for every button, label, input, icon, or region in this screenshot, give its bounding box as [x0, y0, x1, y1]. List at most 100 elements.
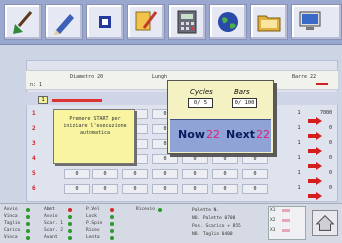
- table-cell[interactable]: 1: [294, 169, 304, 179]
- cycles-label: Cycles: [190, 88, 213, 96]
- bars-label: Bars: [234, 88, 250, 96]
- status-led-icon: [68, 229, 72, 233]
- cycles-field[interactable]: 0/ 5: [188, 98, 213, 108]
- message-text: Premere START per iniziare l'esecuzione …: [63, 116, 127, 136]
- status-led-icon: [68, 215, 72, 219]
- status-label: Vinca: [4, 214, 18, 219]
- computer-icon: [299, 11, 321, 30]
- computer-button[interactable]: [291, 4, 342, 40]
- table-cell[interactable]: 0: [92, 184, 118, 194]
- status-led-icon: [110, 208, 114, 212]
- status-label: Lenta: [86, 235, 100, 240]
- status-label: Scar. 1: [44, 221, 63, 226]
- table-cell[interactable]: 1: [294, 139, 304, 149]
- table-cell[interactable]: 0: [152, 154, 178, 164]
- folder-icon: [257, 15, 281, 32]
- row-index: 5: [32, 170, 36, 177]
- status-led-icon: [110, 236, 114, 240]
- table-cell[interactable]: 0: [122, 184, 148, 194]
- table-cell[interactable]: 0: [182, 169, 208, 179]
- calculator-icon: [177, 10, 197, 34]
- now-value: 22: [206, 128, 220, 141]
- status-label: Vinca: [4, 235, 18, 240]
- status-label: Scar. 2: [44, 228, 63, 233]
- table-cell[interactable]: 0: [242, 154, 268, 164]
- table-cell[interactable]: 1: [294, 184, 304, 194]
- row-index: 6: [32, 185, 36, 192]
- arrow-right-icon[interactable]: [308, 170, 322, 185]
- table-row: 5000000010: [26, 167, 338, 185]
- table-cell[interactable]: 1: [294, 109, 304, 119]
- status-led-icon: [26, 229, 30, 233]
- pencil-icon: [54, 14, 74, 35]
- axis-marker: [282, 219, 290, 222]
- table-cell[interactable]: 1: [294, 154, 304, 164]
- note-edit-button[interactable]: [127, 4, 165, 40]
- table-cell[interactable]: 0: [212, 184, 238, 194]
- status-label: Ricev: [86, 228, 100, 233]
- status-led-icon: [26, 215, 30, 219]
- table-cell[interactable]: 0: [152, 184, 178, 194]
- table-cell[interactable]: 0: [122, 169, 148, 179]
- status-label: Avant: [44, 235, 58, 240]
- home-button[interactable]: [312, 210, 338, 236]
- globe-button[interactable]: [209, 4, 247, 40]
- table-cell[interactable]: 0: [242, 184, 268, 194]
- table-cell[interactable]: 0: [182, 154, 208, 164]
- status-label: Abmt: [44, 207, 55, 212]
- red-stripe: [52, 99, 102, 102]
- bars-field[interactable]: 0/ 100: [232, 98, 257, 108]
- square-tool-button[interactable]: [86, 4, 124, 40]
- calculator-button[interactable]: [168, 4, 206, 40]
- row-end-value: 0: [328, 185, 332, 191]
- status-led-icon: [26, 208, 30, 212]
- slot-box[interactable]: 1: [38, 96, 48, 104]
- status-label: Avvio: [44, 214, 58, 219]
- table-cell[interactable]: 0: [182, 184, 208, 194]
- broom-tool-button[interactable]: [4, 4, 42, 40]
- pencil-tool-button[interactable]: [45, 4, 83, 40]
- house-icon: [315, 214, 335, 231]
- row-end-value: 7000: [319, 110, 332, 116]
- row-index: 4: [32, 155, 36, 162]
- status-led-icon: [68, 208, 72, 212]
- diameter-label: Diametro 20: [70, 74, 104, 80]
- row-index: 3: [32, 140, 36, 147]
- status-led-icon: [26, 236, 30, 240]
- next-value: 22: [256, 128, 270, 141]
- arrow-right-icon[interactable]: [308, 155, 322, 170]
- arrow-right-icon[interactable]: [308, 125, 322, 140]
- status-label: Carico: [4, 228, 21, 233]
- bars-label: Barre 22: [292, 74, 317, 80]
- palette-info-line: NO. Palette 0700: [192, 216, 236, 221]
- table-cell[interactable]: 1: [294, 124, 304, 134]
- table-cell[interactable]: 0: [152, 169, 178, 179]
- row-end-value: 0: [328, 125, 332, 131]
- next-label: Next: [226, 128, 256, 141]
- palette-info-line: Palette N.: [192, 208, 220, 213]
- table-cell[interactable]: 0: [92, 169, 118, 179]
- axis-marker: [282, 229, 290, 232]
- status-led-icon: [68, 222, 72, 226]
- status-label: Avvio: [4, 207, 18, 212]
- table-cell[interactable]: 0: [242, 169, 268, 179]
- table-cell[interactable]: 0: [64, 184, 90, 194]
- arrow-right-icon[interactable]: [308, 140, 322, 155]
- folder-button[interactable]: [250, 4, 288, 40]
- status-led-icon: [26, 222, 30, 226]
- app-screen: n: 1 Diametro 20 Lungh Barre 22 1 100000…: [0, 0, 342, 243]
- status-area: Avvio Vinca Taglio Carico Vinca Abmt Avvio Scar…: [0, 203, 342, 243]
- table-cell[interactable]: 0: [64, 169, 90, 179]
- table-cell[interactable]: 0: [212, 154, 238, 164]
- row-index: 1: [32, 110, 36, 117]
- table-cell[interactable]: 0: [212, 169, 238, 179]
- palette-info-line: Pos. Scarico + 855: [192, 224, 241, 229]
- popup-status-panel: Now 22 Next 22: [170, 119, 271, 152]
- status-label: Lock: [86, 214, 97, 219]
- row-index: 2: [32, 125, 36, 132]
- globe-icon: [218, 12, 238, 32]
- arrow-right-icon[interactable]: [308, 185, 322, 200]
- status-led-icon: [158, 208, 162, 212]
- status-label: P.Spin: [86, 221, 103, 226]
- toolbar: [0, 0, 342, 45]
